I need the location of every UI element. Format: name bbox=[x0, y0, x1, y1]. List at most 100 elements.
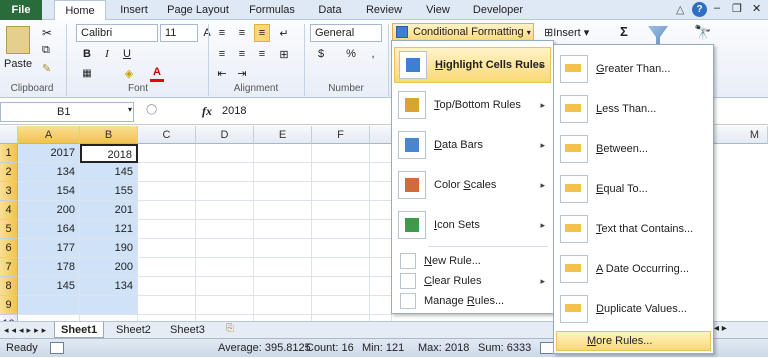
grid-cell[interactable] bbox=[18, 296, 80, 315]
font-name-dropdown[interactable]: Calibri bbox=[76, 24, 158, 42]
grid-cell[interactable] bbox=[312, 258, 370, 277]
highlight-rule-item[interactable]: Equal To... bbox=[556, 171, 711, 207]
grid-cell[interactable] bbox=[196, 258, 254, 277]
row-header[interactable]: 1 bbox=[0, 144, 18, 163]
grid-cell[interactable]: 134 bbox=[80, 277, 138, 296]
cf-menu-small-item[interactable]: New Rule... bbox=[394, 252, 551, 270]
grid-cell[interactable] bbox=[196, 277, 254, 296]
grid-cell[interactable] bbox=[138, 220, 196, 239]
grid-cell[interactable] bbox=[312, 201, 370, 220]
grid-cell[interactable] bbox=[254, 182, 312, 201]
paste-button[interactable]: Paste bbox=[4, 58, 32, 70]
window-restore-icon[interactable]: ❐ bbox=[732, 2, 742, 15]
grid-cell[interactable] bbox=[370, 220, 392, 239]
copy-icon[interactable]: ⧉ bbox=[42, 44, 50, 57]
grid-cell[interactable]: 200 bbox=[80, 258, 138, 277]
cf-menu-item[interactable]: Icon Sets ▸ bbox=[394, 207, 551, 243]
grid-cell[interactable]: 134 bbox=[18, 163, 80, 182]
grid-cell[interactable] bbox=[312, 277, 370, 296]
decrease-indent-icon[interactable]: ⇤ bbox=[214, 64, 230, 82]
row-header[interactable]: 5 bbox=[0, 220, 18, 239]
sheet-tab-sheet1[interactable]: Sheet1 bbox=[54, 322, 105, 338]
grow-font-icon[interactable]: A bbox=[200, 24, 214, 42]
align-right-icon[interactable]: ≡ bbox=[254, 45, 270, 63]
column-header[interactable]: D bbox=[196, 126, 254, 144]
grid-cell[interactable] bbox=[370, 277, 392, 296]
grid-cell[interactable] bbox=[80, 296, 138, 315]
help-icon[interactable]: ? bbox=[692, 2, 707, 17]
grid-cell[interactable]: 145 bbox=[80, 163, 138, 182]
namebox-chevron-icon[interactable]: ▾ bbox=[128, 105, 132, 114]
grid-cell[interactable] bbox=[312, 182, 370, 201]
grid-cell[interactable]: 2017 bbox=[18, 144, 80, 163]
insert-function-button[interactable]: fx bbox=[202, 104, 212, 119]
tab-data[interactable]: Data bbox=[312, 0, 348, 20]
highlight-rule-item[interactable]: Between... bbox=[556, 131, 711, 167]
grid-cell[interactable] bbox=[370, 163, 392, 182]
minimize-ribbon-icon[interactable]: △ bbox=[676, 3, 684, 16]
comma-button[interactable]: , bbox=[366, 45, 380, 63]
grid-cell[interactable] bbox=[138, 163, 196, 182]
grid-cell[interactable] bbox=[196, 144, 254, 163]
sheet-nav-arrows-icon[interactable]: ◂◂◂▸▸▸ bbox=[4, 322, 49, 338]
grid-cell[interactable] bbox=[370, 239, 392, 258]
row-header[interactable]: 2 bbox=[0, 163, 18, 182]
font-color-icon[interactable]: A bbox=[150, 64, 164, 82]
tab-formulas[interactable]: Formulas bbox=[244, 0, 300, 20]
tab-view[interactable]: View bbox=[420, 0, 456, 20]
align-left-icon[interactable]: ≡ bbox=[214, 45, 230, 63]
column-header[interactable]: M bbox=[714, 126, 768, 144]
tab-insert[interactable]: Insert bbox=[114, 0, 154, 20]
grid-cell[interactable] bbox=[370, 182, 392, 201]
grid-cell[interactable] bbox=[370, 258, 392, 277]
grid-cell[interactable] bbox=[138, 296, 196, 315]
find-select-icon[interactable]: 🔭 bbox=[694, 24, 711, 41]
highlight-rule-item[interactable]: Less Than... bbox=[556, 91, 711, 127]
grid-cell[interactable] bbox=[254, 220, 312, 239]
column-header[interactable]: C bbox=[138, 126, 196, 144]
grid-cell[interactable] bbox=[254, 296, 312, 315]
borders-icon[interactable]: ▦ bbox=[80, 64, 94, 82]
bottom-align-icon[interactable]: ≡ bbox=[254, 24, 270, 42]
more-rules-item[interactable]: More Rules... bbox=[556, 331, 711, 351]
wrap-text-icon[interactable]: ↵ bbox=[276, 24, 292, 42]
tab-file[interactable]: File bbox=[0, 0, 42, 20]
highlight-rule-item[interactable]: Text that Contains... bbox=[556, 211, 711, 247]
grid-cell[interactable] bbox=[254, 277, 312, 296]
grid-cell[interactable] bbox=[370, 144, 392, 163]
cf-menu-item[interactable]: Data Bars ▸ bbox=[394, 127, 551, 163]
grid-cell[interactable] bbox=[254, 163, 312, 182]
column-header[interactable] bbox=[370, 126, 392, 144]
middle-align-icon[interactable]: ≡ bbox=[234, 24, 250, 42]
fill-color-icon[interactable]: ◈ bbox=[122, 64, 136, 82]
grid-cell[interactable] bbox=[312, 163, 370, 182]
row-header[interactable]: 9 bbox=[0, 296, 18, 315]
align-center-icon[interactable]: ≡ bbox=[234, 45, 250, 63]
normal-view-icon[interactable] bbox=[540, 342, 554, 354]
grid-cell[interactable]: 200 bbox=[18, 201, 80, 220]
window-minimize-icon[interactable]: – bbox=[714, 2, 720, 14]
grid-cell[interactable] bbox=[196, 239, 254, 258]
grid-cell[interactable]: 164 bbox=[18, 220, 80, 239]
sheet-tab-sheet2[interactable]: Sheet2 bbox=[110, 322, 157, 338]
window-close-icon[interactable]: ✕ bbox=[752, 2, 761, 15]
grid-cell[interactable] bbox=[312, 239, 370, 258]
select-all-corner[interactable] bbox=[0, 126, 18, 144]
currency-button[interactable]: $ bbox=[314, 45, 328, 63]
grid-cell[interactable] bbox=[196, 163, 254, 182]
sheet-tab-sheet3[interactable]: Sheet3 bbox=[164, 322, 211, 338]
format-painter-icon[interactable]: ✎ bbox=[42, 62, 51, 75]
grid-cell[interactable] bbox=[312, 144, 370, 163]
insert-sheet-icon[interactable]: ⎘ bbox=[226, 323, 234, 334]
bold-button[interactable]: B bbox=[80, 45, 94, 63]
highlight-rule-item[interactable]: Duplicate Values... bbox=[556, 291, 711, 327]
top-align-icon[interactable]: ≡ bbox=[214, 24, 230, 42]
autosum-button[interactable]: Σ bbox=[620, 24, 628, 39]
grid-cell[interactable] bbox=[138, 258, 196, 277]
row-header[interactable]: 6 bbox=[0, 239, 18, 258]
grid-cell[interactable] bbox=[254, 258, 312, 277]
grid-cell[interactable] bbox=[196, 296, 254, 315]
grid-cell[interactable]: 145 bbox=[18, 277, 80, 296]
grid-cell[interactable] bbox=[254, 144, 312, 163]
insert-cells-button[interactable]: ⊞Insert ▾ bbox=[544, 26, 589, 39]
